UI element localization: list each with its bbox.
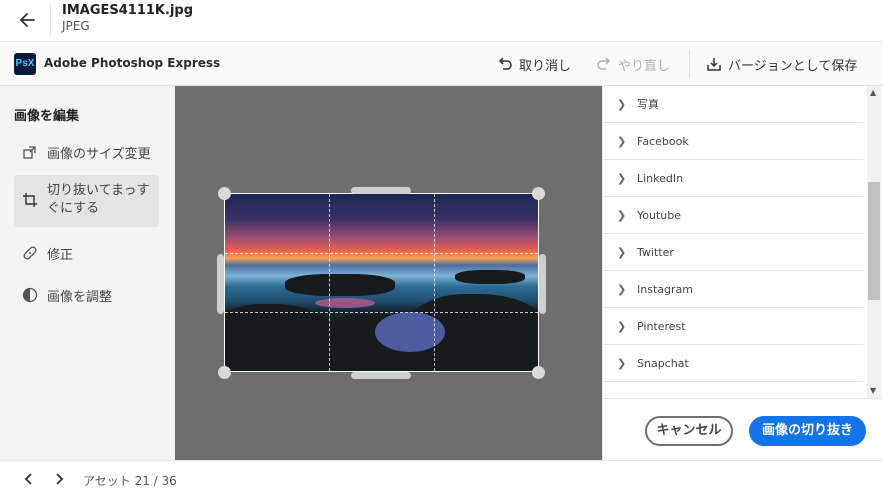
app-name: Adobe Photoshop Express bbox=[44, 56, 221, 70]
back-arrow-icon[interactable] bbox=[14, 8, 42, 32]
undo-button[interactable]: 取り消し bbox=[497, 53, 571, 75]
previous-asset-icon[interactable] bbox=[20, 470, 38, 488]
top-bar: IMAGES4111K.jpg JPEG bbox=[0, 0, 883, 42]
crop-handle-bottom-right[interactable] bbox=[532, 366, 545, 379]
preset-label: Pinterest bbox=[637, 319, 686, 333]
healing-icon bbox=[23, 246, 37, 260]
aspect-ratio-panel: ❯ 写真 ❯ Facebook ❯ LinkedIn ❯ Youtube ❯ Twitte… bbox=[602, 86, 883, 460]
action-bar: キャンセル 画像の切り抜き bbox=[603, 398, 883, 460]
crop-handle-right[interactable] bbox=[539, 254, 546, 314]
redo-icon bbox=[597, 57, 611, 70]
preset-label: Snapchat bbox=[637, 356, 689, 370]
scroll-down-icon[interactable]: ▼ bbox=[870, 386, 876, 395]
preset-item[interactable]: ❯ Pinterest bbox=[603, 308, 863, 345]
crop-icon bbox=[23, 193, 37, 207]
preset-item[interactable]: ❯ Twitter bbox=[603, 234, 863, 271]
download-icon bbox=[707, 58, 721, 71]
asset-counter: アセット 21 / 36 bbox=[83, 474, 177, 488]
menu-item-label: 切り抜いてまっすぐにする bbox=[47, 183, 150, 216]
divider bbox=[689, 50, 690, 78]
chevron-right-icon: ❯ bbox=[617, 282, 627, 296]
preset-label: Youtube bbox=[637, 208, 681, 222]
adjust-icon bbox=[22, 287, 38, 303]
preset-list: ❯ 写真 ❯ Facebook ❯ LinkedIn ❯ Youtube ❯ Twitte… bbox=[603, 86, 863, 398]
menu-item-fix[interactable]: 修正 bbox=[14, 243, 159, 263]
file-name: IMAGES4111K.jpg bbox=[62, 3, 194, 18]
scrollbar-thumb[interactable] bbox=[868, 182, 880, 300]
menu-item-crop[interactable]: 切り抜いてまっすぐにする bbox=[14, 175, 159, 227]
chevron-right-icon: ❯ bbox=[617, 245, 627, 259]
crop-image-button[interactable]: 画像の切り抜き bbox=[749, 416, 866, 446]
redo-label: やり直し bbox=[618, 58, 671, 74]
edit-panel: 画像を編集 画像のサイズ変更 切り抜いてまっすぐにする 修正 画像を調整 bbox=[0, 86, 175, 460]
preset-label: Twitter bbox=[637, 245, 674, 259]
app-bar: PsX Adobe Photoshop Express 取り消し やり直し バー… bbox=[0, 42, 883, 86]
preset-item[interactable]: ❯ Snapchat bbox=[603, 345, 863, 382]
scroll-up-icon[interactable]: ▲ bbox=[870, 88, 876, 97]
preset-item[interactable]: ❯ Youtube bbox=[603, 197, 863, 234]
chevron-right-icon: ❯ bbox=[617, 208, 627, 222]
next-asset-icon[interactable] bbox=[50, 470, 68, 488]
menu-item-resize[interactable]: 画像のサイズ変更 bbox=[14, 142, 159, 162]
crop-handle-bottom-left[interactable] bbox=[218, 366, 231, 379]
menu-item-label: 画像のサイズ変更 bbox=[47, 146, 151, 162]
file-type: JPEG bbox=[62, 19, 90, 33]
save-version-label: バージョンとして保存 bbox=[728, 58, 858, 74]
menu-item-adjust[interactable]: 画像を調整 bbox=[14, 285, 159, 305]
footer: アセット 21 / 36 bbox=[0, 460, 883, 495]
preset-item[interactable]: ❯ Facebook bbox=[603, 123, 863, 160]
scrollbar[interactable]: ▲ ▼ bbox=[867, 86, 881, 398]
preset-label: 写真 bbox=[637, 98, 659, 111]
preset-label: Instagram bbox=[637, 282, 693, 296]
redo-button[interactable]: やり直し bbox=[596, 53, 670, 75]
menu-item-label: 修正 bbox=[47, 247, 74, 263]
cancel-button[interactable]: キャンセル bbox=[645, 416, 733, 446]
chevron-right-icon: ❯ bbox=[617, 319, 627, 333]
preset-label: LinkedIn bbox=[637, 171, 684, 185]
crop-handle-left[interactable] bbox=[217, 254, 224, 314]
divider bbox=[50, 5, 51, 35]
undo-icon bbox=[498, 57, 512, 70]
chevron-right-icon: ❯ bbox=[617, 134, 627, 148]
panel-title: 画像を編集 bbox=[14, 109, 80, 124]
menu-item-label: 画像を調整 bbox=[47, 289, 113, 305]
crop-handle-top-right[interactable] bbox=[532, 187, 545, 200]
preset-item[interactable]: ❯ 写真 bbox=[603, 86, 863, 123]
undo-label: 取り消し bbox=[519, 58, 572, 74]
crop-handle-bottom[interactable] bbox=[351, 372, 411, 379]
chevron-right-icon: ❯ bbox=[617, 356, 627, 370]
chevron-right-icon: ❯ bbox=[617, 97, 627, 111]
preset-item[interactable]: ❯ LinkedIn bbox=[603, 160, 863, 197]
crop-handle-top[interactable] bbox=[351, 187, 411, 194]
crop-handle-top-left[interactable] bbox=[218, 187, 231, 200]
save-version-button[interactable]: バージョンとして保存 bbox=[706, 53, 857, 75]
psx-logo-icon: PsX bbox=[14, 53, 36, 75]
crop-frame[interactable] bbox=[224, 193, 539, 372]
chevron-right-icon: ❯ bbox=[617, 171, 627, 185]
preset-item[interactable]: ❯ Instagram bbox=[603, 271, 863, 308]
preset-label: Facebook bbox=[637, 134, 689, 148]
resize-icon bbox=[23, 146, 36, 159]
